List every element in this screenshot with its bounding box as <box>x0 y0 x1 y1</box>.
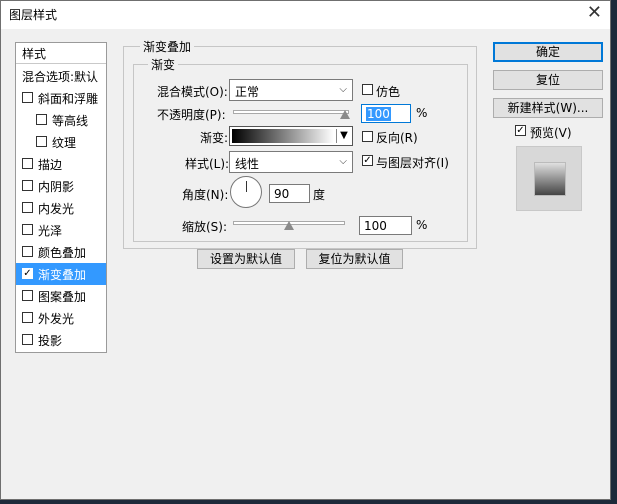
opacity-slider-thumb[interactable] <box>340 110 350 119</box>
gradient-overlay-title: 渐变叠加 <box>140 38 195 55</box>
chevron-down-icon: ⌵ <box>339 84 347 95</box>
style-item-label: 内阴影 <box>38 180 75 194</box>
layer-style-dialog: 图层样式 ✕ 样式 混合选项:默认 斜面和浮雕等高线纹理描边内阴影内发光光泽颜色… <box>0 0 611 500</box>
blend-options-item[interactable]: 混合选项:默认 <box>16 65 106 87</box>
style-item-checkbox[interactable] <box>36 114 47 125</box>
style-item-checkbox[interactable] <box>22 202 33 213</box>
reverse-label: 反向(R) <box>376 131 418 145</box>
style-item-label: 等高线 <box>52 114 89 128</box>
set-default-button[interactable]: 设置为默认值 <box>197 249 295 269</box>
style-item-label: 光泽 <box>38 224 63 238</box>
reverse-checkbox[interactable] <box>362 131 373 142</box>
dither-label: 仿色 <box>376 85 401 99</box>
preview-thumbnail <box>534 162 566 196</box>
style-item-6[interactable]: 光泽 <box>16 219 106 241</box>
align-checkbox[interactable]: ✓ <box>362 155 373 166</box>
style-item-11[interactable]: 投影 <box>16 329 106 351</box>
gradient-swatch[interactable] <box>232 129 334 143</box>
angle-unit: 度 <box>313 188 326 202</box>
dither-checkbox[interactable] <box>362 84 373 95</box>
style-item-5[interactable]: 内发光 <box>16 197 106 219</box>
styles-list: 样式 混合选项:默认 斜面和浮雕等高线纹理描边内阴影内发光光泽颜色叠加 ✓ 渐变叠加… <box>15 42 107 353</box>
style-item-checkbox[interactable] <box>22 158 33 169</box>
style-item-4[interactable]: 内阴影 <box>16 175 106 197</box>
style-item-7[interactable]: 颜色叠加 <box>16 241 106 263</box>
preview-label: 预览(V) <box>530 126 572 140</box>
style-item-2[interactable]: 纹理 <box>16 131 106 153</box>
style-item-checkbox[interactable]: ✓ <box>22 268 33 279</box>
style-item-label: 内发光 <box>38 202 75 216</box>
style-item-checkbox[interactable] <box>22 224 33 235</box>
style-item-9[interactable]: 图案叠加 <box>16 285 106 307</box>
style-item-checkbox[interactable] <box>36 136 47 147</box>
style-item-label: 渐变叠加 <box>38 268 87 282</box>
style-item-checkbox[interactable] <box>22 180 33 191</box>
title-bar: 图层样式 ✕ <box>1 1 610 29</box>
style-item-8[interactable]: ✓ 渐变叠加 <box>16 263 106 285</box>
scale-input[interactable]: 100 <box>359 216 412 235</box>
style-item-label: 外发光 <box>38 312 75 326</box>
new-style-button[interactable]: 新建样式(W)... <box>493 98 603 118</box>
angle-label: 角度(N): <box>182 188 229 202</box>
window-title: 图层样式 <box>9 8 58 22</box>
style-select[interactable]: 线性 ⌵ <box>229 151 353 173</box>
style-label: 样式(L): <box>185 157 230 171</box>
blend-mode-label: 混合模式(O): <box>157 85 228 99</box>
angle-dial[interactable] <box>230 176 262 208</box>
angle-input[interactable]: 90 <box>269 184 310 203</box>
style-item-3[interactable]: 描边 <box>16 153 106 175</box>
style-item-label: 斜面和浮雕 <box>38 92 99 106</box>
blend-mode-select[interactable]: 正常 ⌵ <box>229 79 353 101</box>
style-item-label: 描边 <box>38 158 63 172</box>
ok-button[interactable]: 确定 <box>493 42 603 62</box>
styles-list-header[interactable]: 样式 <box>16 43 106 64</box>
angle-dial-needle <box>246 181 247 192</box>
scale-unit: % <box>416 218 428 232</box>
style-item-0[interactable]: 斜面和浮雕 <box>16 87 106 109</box>
style-item-checkbox[interactable] <box>22 334 33 345</box>
style-item-label: 投影 <box>38 334 63 348</box>
scale-label: 缩放(S): <box>182 220 228 234</box>
opacity-label: 不透明度(P): <box>157 108 226 122</box>
style-item-checkbox[interactable] <box>22 290 33 301</box>
style-item-10[interactable]: 外发光 <box>16 307 106 329</box>
opacity-unit: % <box>416 106 428 120</box>
chevron-down-icon: ⌵ <box>339 156 347 167</box>
style-item-1[interactable]: 等高线 <box>16 109 106 131</box>
scale-slider-thumb[interactable] <box>284 221 294 230</box>
opacity-slider-track[interactable] <box>233 110 349 114</box>
gradient-label: 渐变: <box>200 131 229 145</box>
style-item-label: 颜色叠加 <box>38 246 87 260</box>
gradient-dropdown-icon[interactable]: ▼ <box>336 129 351 143</box>
style-item-label: 纹理 <box>52 136 77 150</box>
align-label: 与图层对齐(I) <box>376 156 449 170</box>
reset-default-button[interactable]: 复位为默认值 <box>306 249 403 269</box>
style-item-label: 图案叠加 <box>38 290 87 304</box>
style-item-checkbox[interactable] <box>22 312 33 323</box>
gradient-picker[interactable]: ▼ <box>229 126 353 146</box>
gradient-group-title: 渐变 <box>148 56 179 73</box>
close-icon[interactable]: ✕ <box>587 4 602 22</box>
reset-button[interactable]: 复位 <box>493 70 603 90</box>
preview-checkbox[interactable]: ✓ <box>515 125 526 136</box>
style-item-checkbox[interactable] <box>22 246 33 257</box>
style-item-checkbox[interactable] <box>22 92 33 103</box>
opacity-input[interactable]: 100 <box>361 104 411 123</box>
preview-box <box>516 146 582 211</box>
